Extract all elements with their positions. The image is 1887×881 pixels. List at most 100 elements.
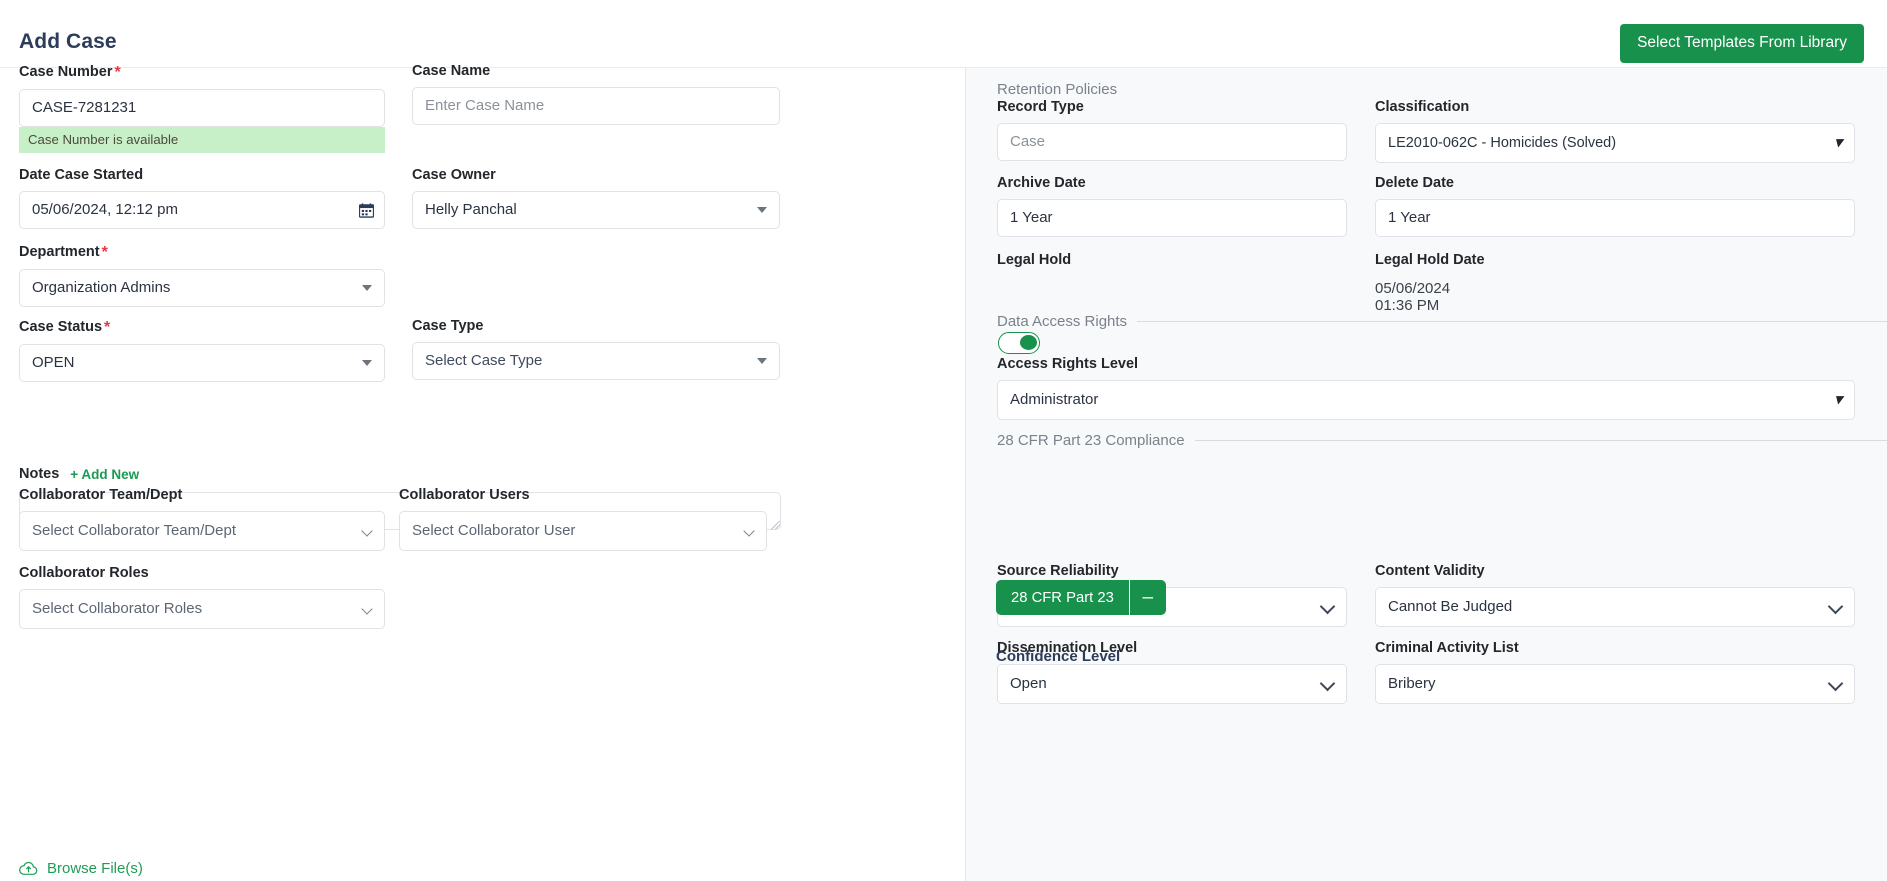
dissemination-level-select[interactable]: Open [997,663,1347,704]
page-title: Add Case [19,30,117,53]
case-type-field: Case Type Select Case Type [412,318,780,380]
notes-header: Notes + Add New [19,466,139,482]
cfr-part-23-button[interactable]: 28 CFR Part 23 [996,580,1129,615]
delete-date-input[interactable]: 1 Year [1375,198,1855,237]
delete-date-label: Delete Date [1375,175,1454,191]
archive-date-label: Archive Date [997,175,1086,191]
dissemination-level-value: Open [1010,675,1047,693]
case-owner-value: Helly Panchal [425,201,517,219]
browse-files-button[interactable]: Browse File(s) [19,860,143,877]
case-owner-select[interactable]: Helly Panchal [412,190,780,229]
date-case-started-input[interactable]: 05/06/2024, 12:12 pm [19,190,385,229]
case-status-select[interactable]: OPEN [19,343,385,382]
classification-field: Classification LE2010-062C - Homicides (… [1375,99,1855,163]
chevron-down-icon[interactable]: ▾ [1834,134,1842,151]
collaborator-users-field: Collaborator Users Select Collaborator U… [399,487,767,551]
legal-hold-toggle[interactable] [998,332,1040,354]
department-label: Department * [19,244,108,261]
chevron-down-icon[interactable] [361,603,373,615]
delete-date-field: Delete Date 1 Year [1375,175,1855,237]
collaborator-users-label: Collaborator Users [399,487,530,503]
classification-select[interactable]: LE2010-062C - Homicides (Solved) ▾ [1375,122,1855,163]
chevron-down-icon[interactable] [1319,598,1336,615]
archive-date-field: Archive Date 1 Year [997,175,1347,237]
legal-hold-date-value: 05/06/2024 01:36 PM [1375,280,1451,314]
content-validity-label: Content Validity [1375,563,1485,579]
confidence-level-label: Confidence Level [996,648,1121,665]
department-value: Organization Admins [32,279,171,297]
access-rights-level-value: Administrator [1010,391,1099,409]
collaborator-team-placeholder: Select Collaborator Team/Dept [32,522,236,540]
criminal-activity-list-value: Bribery [1388,675,1436,693]
collaborator-roles-label: Collaborator Roles [19,565,149,581]
access-rights-level-select[interactable]: Administrator ▾ [997,379,1855,420]
chevron-down-icon[interactable] [757,206,767,213]
retention-policies-section-header: Retention Policies [997,81,1117,98]
record-type-placeholder: Case [1010,133,1046,151]
department-field: Department * Organization Admins [19,244,385,307]
case-number-label: Case Number * [19,64,121,81]
toggle-knob [1020,335,1037,350]
data-access-rights-section-header: Data Access Rights [997,313,1887,330]
case-type-label: Case Type [412,318,484,334]
add-case-page: Add Case Select Templates From Library C… [0,0,1887,881]
date-case-started-value: 05/06/2024, 12:12 pm [32,201,178,219]
chevron-down-icon[interactable] [1827,675,1844,692]
case-details-form: Case Number * CASE-7281231 Case Number is… [0,63,965,881]
criminal-activity-list-select[interactable]: Bribery [1375,663,1855,704]
criminal-activity-list-label: Criminal Activity List [1375,640,1519,656]
delete-date-value: 1 Year [1388,209,1431,227]
date-case-started-field: Date Case Started 05/06/2024, 12:12 pm [19,167,385,229]
case-type-select[interactable]: Select Case Type [412,341,780,380]
minus-icon: – [1142,587,1154,608]
chevron-down-icon[interactable] [743,525,755,537]
case-owner-field: Case Owner Helly Panchal [412,167,780,229]
collaborator-roles-placeholder: Select Collaborator Roles [32,600,203,618]
archive-date-input[interactable]: 1 Year [997,198,1347,237]
legal-hold-date-label: Legal Hold Date [1375,252,1485,268]
required-asterisk: * [114,64,121,81]
collaborator-roles-select[interactable]: Select Collaborator Roles [19,588,385,629]
legal-hold-label: Legal Hold [997,252,1072,268]
cfr-compliance-label: 28 CFR Part 23 Compliance [997,432,1185,449]
collaborator-team-select[interactable]: Select Collaborator Team/Dept [19,510,385,551]
case-name-input[interactable]: Enter Case Name [412,86,780,125]
section-divider [1137,321,1887,322]
content-validity-field: Content Validity Cannot Be Judged [1375,563,1855,627]
add-new-note-button[interactable]: + Add New [70,467,139,482]
browse-files-label: Browse File(s) [47,860,143,877]
classification-label: Classification [1375,99,1470,115]
criminal-activity-list-field: Criminal Activity List Bribery [1375,640,1855,704]
case-owner-label: Case Owner [412,167,496,183]
record-type-field: Record Type Case [997,99,1347,161]
select-templates-from-library-button[interactable]: Select Templates From Library [1620,24,1864,63]
collaborator-team-field: Collaborator Team/Dept Select Collaborat… [19,487,385,551]
case-number-value: CASE-7281231 [32,99,137,117]
record-type-input[interactable]: Case [997,122,1347,161]
department-select[interactable]: Organization Admins [19,268,385,307]
chevron-down-icon[interactable]: ▾ [1834,391,1842,408]
chevron-down-icon[interactable] [362,359,372,366]
retention-and-compliance-panel: Retention Policies Record Type Case Clas… [965,68,1887,881]
collaborator-roles-field: Collaborator Roles Select Collaborator R… [19,565,385,629]
archive-date-value: 1 Year [1010,209,1053,227]
case-status-field: Case Status * OPEN [19,319,385,382]
collaborator-users-select[interactable]: Select Collaborator User [399,510,767,551]
case-number-input[interactable]: CASE-7281231 [19,88,385,127]
calendar-icon[interactable] [359,203,374,218]
date-case-started-label: Date Case Started [19,167,144,183]
required-asterisk: * [104,319,111,336]
chevron-down-icon[interactable] [1827,598,1844,615]
chevron-down-icon[interactable] [757,357,767,364]
content-validity-select[interactable]: Cannot Be Judged [1375,586,1855,627]
section-divider [1194,440,1887,441]
case-name-field: Case Name Enter Case Name [412,63,780,125]
required-asterisk: * [101,244,108,261]
chevron-down-icon[interactable] [361,525,373,537]
chevron-down-icon[interactable] [362,284,372,291]
cfr-compliance-section-header: 28 CFR Part 23 Compliance [997,432,1887,449]
cfr-collapse-button[interactable]: – [1128,580,1166,615]
chevron-down-icon[interactable] [1319,675,1336,692]
case-number-field: Case Number * CASE-7281231 Case Number is… [19,64,385,153]
case-status-value: OPEN [32,354,75,372]
